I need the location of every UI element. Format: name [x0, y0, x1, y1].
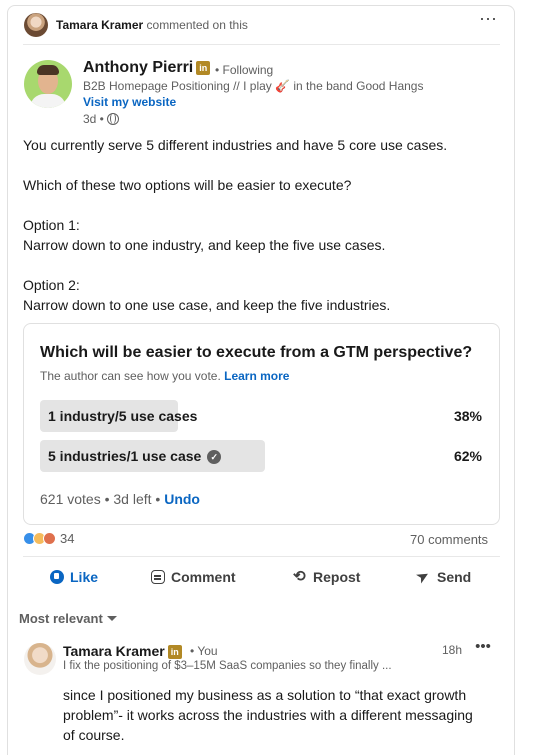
comment-author-you-tag: • You — [190, 644, 218, 658]
commenter-avatar[interactable] — [24, 13, 48, 37]
post-age: 3d • — [83, 112, 104, 126]
divider — [23, 556, 500, 557]
post-text-line: You currently serve 5 different industri… — [23, 137, 448, 153]
poll-vote-count: 621 votes • 3d left • — [40, 491, 161, 507]
send-label: Send — [437, 569, 472, 585]
poll-option[interactable]: 1 industry/5 use cases 38% — [40, 400, 482, 432]
checkmark-icon: ✓ — [207, 450, 222, 464]
poll-footer: 621 votes • 3d left • Undo — [40, 491, 200, 507]
comment-more-options-button[interactable]: ••• — [472, 638, 494, 656]
comment-timestamp: 18h — [442, 643, 463, 657]
feed-post-card: Tamara Kramer commented on this ··· Anth… — [7, 5, 515, 755]
undo-vote-link[interactable]: Undo — [164, 491, 200, 507]
post-text-line: Option 2: — [23, 277, 80, 293]
poll-option-percent: 38% — [453, 408, 482, 424]
thumbs-up-icon — [50, 570, 64, 584]
like-button[interactable]: Like — [50, 569, 98, 595]
post-text-line: Narrow down to one industry, and keep th… — [23, 237, 386, 253]
following-status: • Following — [215, 63, 274, 77]
author-name[interactable]: Anthony Pierri in — [83, 59, 211, 77]
like-label: Like — [70, 569, 99, 585]
repost-icon — [293, 567, 307, 585]
comment-author-headline: I fix the positioning of $3–15M SaaS com… — [63, 660, 392, 672]
comment-sort-dropdown[interactable]: Most relevant — [19, 611, 117, 626]
comment-text-line: since I positioned my business as a solu… — [63, 687, 467, 703]
comment-icon — [151, 570, 165, 584]
comment-author-name[interactable]: Tamara Kramer in — [63, 643, 182, 659]
poll-card: Which will be easier to execute from a G… — [23, 323, 500, 525]
post-more-options-button[interactable]: ··· — [477, 9, 499, 32]
comments-count-link[interactable]: 70 comments — [410, 532, 488, 547]
author-headline: B2B Homepage Positioning // I play 🎸 in … — [83, 79, 424, 93]
sort-label: Most relevant — [19, 611, 103, 626]
poll-visibility-note: The author can see how you vote. Learn m… — [40, 369, 289, 383]
comment-text-line: problem”- it works across the industries… — [63, 707, 473, 723]
divider — [23, 44, 500, 45]
author-avatar[interactable] — [24, 60, 72, 108]
send-icon — [417, 570, 431, 584]
poll-option-label: 5 industries/1 use case ✓ — [48, 448, 222, 464]
repost-button[interactable]: Repost — [293, 567, 361, 595]
comment-text-line: of course. — [63, 727, 125, 743]
globe-icon — [106, 113, 119, 125]
post-text-line: Narrow down to one use case, and keep th… — [23, 297, 391, 313]
reactions-summary[interactable]: 34 — [23, 531, 74, 549]
poll-option-percent: 62% — [453, 448, 482, 464]
activity-actor[interactable]: Tamara Kramer — [56, 18, 143, 32]
poll-option-selected[interactable]: 5 industries/1 use case ✓ 62% — [40, 440, 482, 472]
post-text-line: Which of these two options will be easie… — [23, 177, 352, 193]
poll-question: Which will be easier to execute from a G… — [40, 344, 473, 361]
linkedin-premium-icon: in — [167, 645, 182, 659]
comment-button[interactable]: Comment — [151, 569, 236, 595]
linkedin-premium-icon: in — [196, 61, 211, 75]
repost-label: Repost — [313, 569, 361, 585]
reaction-count[interactable]: 34 — [60, 531, 74, 546]
poll-option-label-text: 5 industries/1 use case — [48, 448, 202, 464]
comment-author-name-text[interactable]: Tamara Kramer — [63, 643, 165, 659]
love-reaction-icon — [43, 532, 56, 545]
caret-down-icon — [106, 616, 117, 621]
post-text-line: Option 1: — [23, 217, 80, 233]
learn-more-link[interactable]: Learn more — [224, 369, 289, 383]
poll-option-label: 1 industry/5 use cases — [48, 408, 198, 424]
author-name-text[interactable]: Anthony Pierri — [83, 59, 193, 76]
send-button[interactable]: Send — [417, 569, 471, 595]
activity-action: commented on this — [146, 18, 248, 32]
visit-website-link[interactable]: Visit my website — [83, 95, 176, 109]
poll-note-text: The author can see how you vote. — [40, 369, 221, 383]
comment-label: Comment — [171, 569, 236, 585]
post-timestamp: 3d • — [83, 112, 119, 126]
comment-author-avatar[interactable] — [24, 643, 56, 675]
activity-context: Tamara Kramer commented on this — [56, 18, 248, 32]
